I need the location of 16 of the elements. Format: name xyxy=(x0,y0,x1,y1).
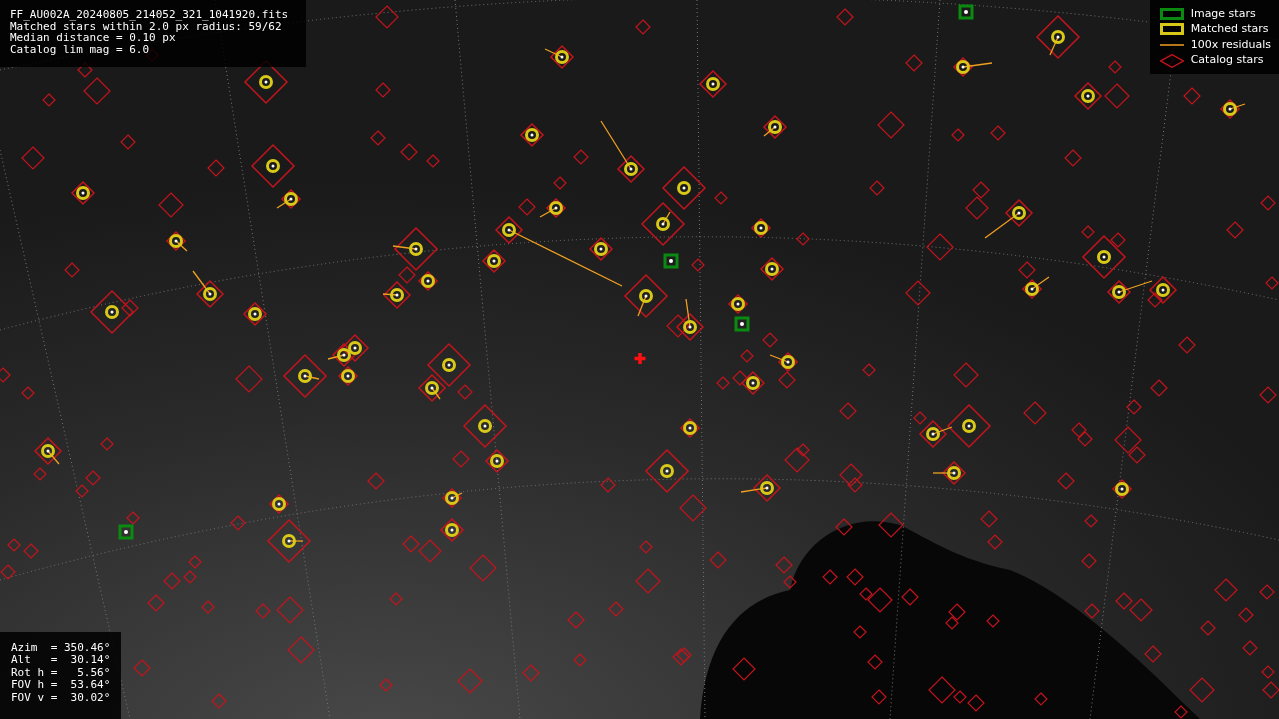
pointing-text: Azim = 350.46° xyxy=(11,642,111,655)
image-stars-icon xyxy=(1159,6,1184,21)
diamond-icon xyxy=(1159,53,1184,68)
matched-stars-icon xyxy=(1159,22,1184,37)
info-text: FF_AU002A_20240805_214052_321_1041920.fits xyxy=(10,9,290,21)
info-text: Catalog lim mag = 6.0 xyxy=(10,43,151,55)
legend-label: 100x residuals xyxy=(1190,36,1271,53)
legend-label: Catalog stars xyxy=(1190,52,1264,69)
info-text: Median distance = 0.10 px xyxy=(10,32,176,44)
pointing-text: FOV h = 53.64° xyxy=(11,679,111,692)
legend-label: Image stars xyxy=(1190,5,1256,22)
pointing-text: Rot h = 5.56° xyxy=(11,666,111,680)
pointing-text: Alt = 30.14° xyxy=(11,654,111,667)
info-text: Matched stars within 2.0 px radius: 59/62 xyxy=(10,20,282,32)
legend-label: Matched stars xyxy=(1190,21,1269,38)
pointing-text: FOV v = 30.02° xyxy=(11,691,111,705)
